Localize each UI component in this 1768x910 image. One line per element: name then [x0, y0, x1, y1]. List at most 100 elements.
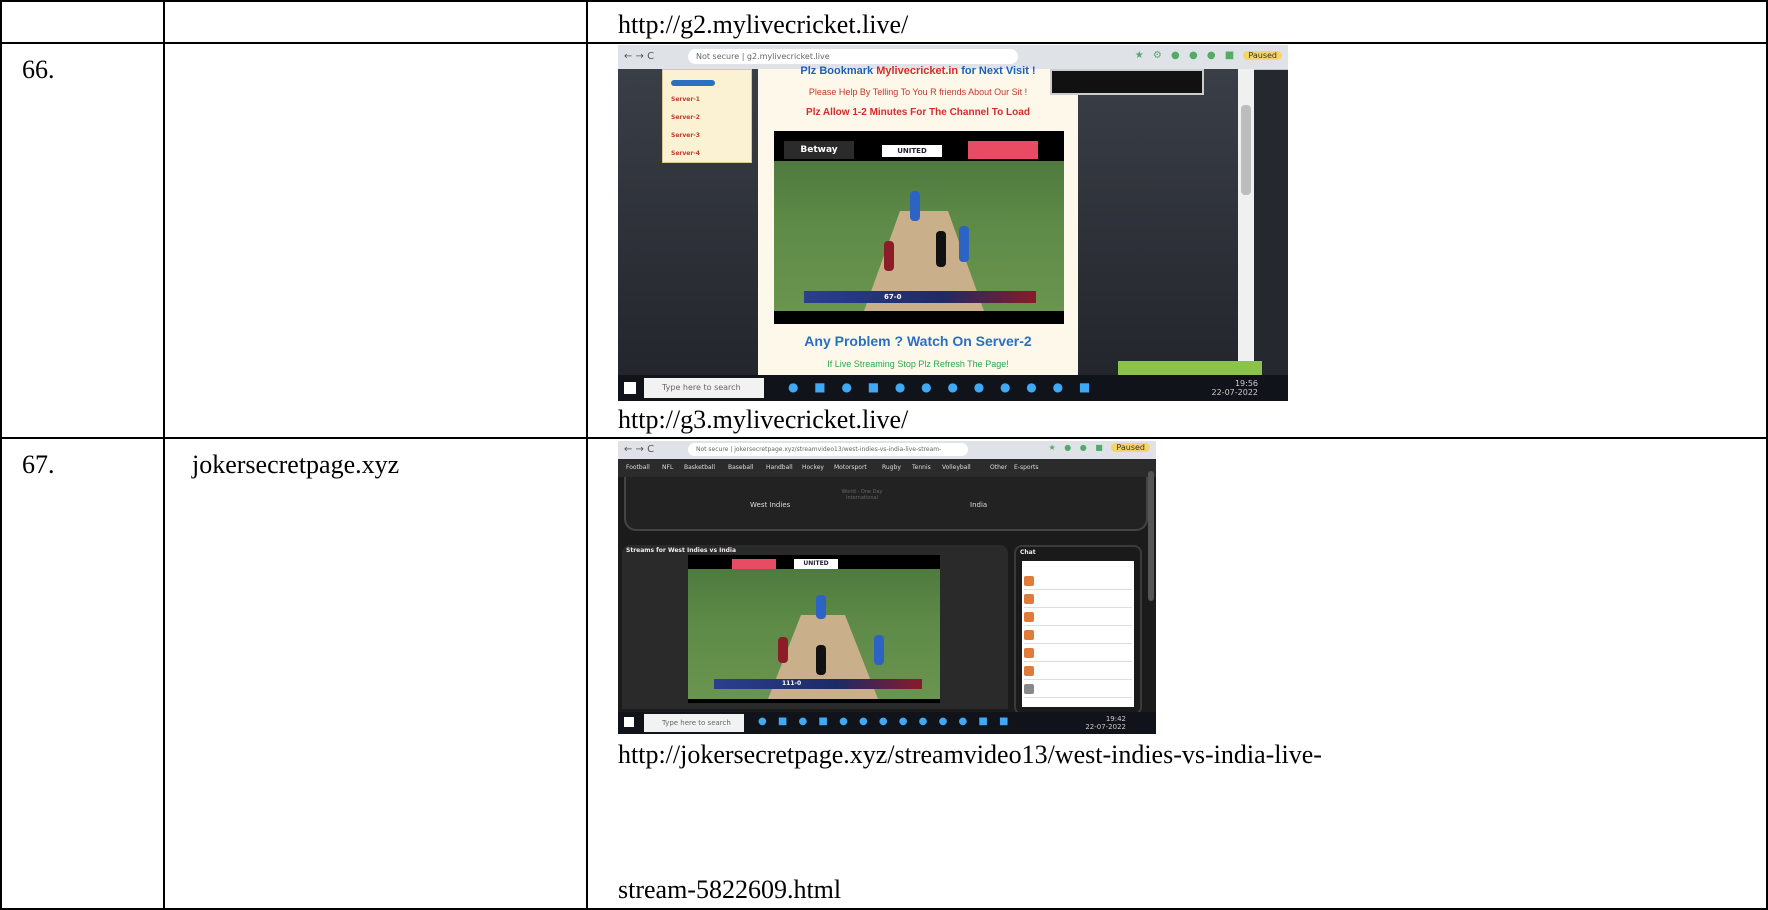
toolbar-icons: ★ ⚙ ● ● ● ■ Paused: [1135, 50, 1282, 61]
notice-text: Plz Allow 1-2 Minutes For The Channel To…: [806, 107, 1030, 118]
bowler: [884, 241, 894, 271]
chat-message: [1024, 665, 1132, 680]
chat-message: [1024, 629, 1132, 644]
taskbar-search[interactable]: Type here to search: [644, 378, 764, 398]
chat-panel: Chat: [1014, 545, 1142, 715]
row-number: 66.: [22, 55, 55, 84]
video-player[interactable]: UNITED 111-0: [688, 555, 940, 703]
chat-message: [1024, 575, 1132, 590]
site-name: jokersecretpage.xyz: [192, 450, 400, 479]
avatar: [1024, 684, 1034, 694]
fielder: [959, 226, 969, 262]
avatar: [1024, 666, 1034, 676]
score-text: 111-0: [782, 680, 802, 687]
nav-item[interactable]: Other: [990, 464, 1007, 471]
video-banner-left: Betway: [784, 141, 854, 159]
nav-item[interactable]: NFL: [662, 464, 673, 471]
table-border-row67-top: [0, 437, 1768, 439]
video-banner-right: [968, 141, 1038, 159]
video-banner-left: [732, 559, 776, 569]
problem-text[interactable]: Any Problem ? Watch On Server-2: [758, 333, 1078, 349]
server-menu-item: Server-4: [671, 150, 700, 157]
chat-message: [1024, 611, 1132, 626]
chat-message: [1024, 683, 1132, 698]
chat-message: [1024, 593, 1132, 608]
address-bar: Not secure | g2.mylivecricket.live: [688, 49, 1018, 64]
nav-item[interactable]: Football: [626, 464, 650, 471]
notice-text: Please Help By Telling To You R friends …: [808, 87, 1028, 97]
url-text[interactable]: http://g3.mylivecricket.live/: [618, 405, 908, 435]
windows-start-icon[interactable]: [624, 717, 634, 727]
chat-message: [1024, 647, 1132, 662]
chat-title: Chat: [1020, 549, 1036, 556]
score-bar: 67-0: [804, 291, 1036, 303]
nav-item[interactable]: E-sports: [1014, 464, 1039, 471]
clock-time: 19:56: [1234, 379, 1258, 388]
screenshot-mylivecricket: ← → C Not secure | g2.mylivecricket.live…: [618, 45, 1288, 401]
taskbar-app-icons[interactable]: ● ■ ● ■ ● ● ● ● ● ● ● ■: [788, 380, 1096, 394]
streams-panel: Streams for West Indies vs India UNITED …: [622, 545, 1008, 709]
avatar: [1024, 648, 1034, 658]
avatar: [1024, 630, 1034, 640]
fielder: [874, 635, 884, 665]
address-bar: Not secure | jokersecretpage.xyz/streamv…: [688, 443, 968, 456]
windows-start-icon[interactable]: [624, 382, 636, 394]
score-bar: 111-0: [714, 679, 922, 689]
avatar: [1024, 594, 1034, 604]
url-text[interactable]: http://jokersecretpage.xyz/streamvideo13…: [618, 740, 1322, 770]
taskbar-search[interactable]: Type here to search: [644, 714, 744, 732]
nav-item[interactable]: Baseball: [728, 464, 753, 471]
info-box: [1050, 69, 1204, 95]
avatar: [1024, 576, 1034, 586]
server-menu: Server-1 Server-2 Server-3 Server-4: [662, 69, 752, 163]
streams-title: Streams for West Indies vs India: [626, 547, 737, 554]
nav-item[interactable]: Hockey: [802, 464, 824, 471]
video-banner-mid: UNITED: [794, 559, 838, 569]
nav-item[interactable]: Basketball: [684, 464, 715, 471]
video-player[interactable]: Betway UNITED 67-0: [774, 131, 1064, 324]
umpire: [816, 645, 826, 675]
server-menu-active: [671, 80, 715, 86]
clock-time: 19:42: [1105, 715, 1126, 723]
taskbar-app-icons[interactable]: ● ■ ● ■ ● ● ● ● ● ● ● ■ ■: [758, 716, 1012, 727]
team-right: India: [970, 501, 988, 509]
match-type: World - One Day International: [841, 489, 883, 501]
scrollbar-thumb: [1241, 105, 1251, 195]
windows-taskbar: Type here to search ● ■ ● ■ ● ● ● ● ● ● …: [618, 375, 1288, 401]
bowler: [778, 637, 788, 663]
refresh-text: If Live Streaming Stop Plz Refresh The P…: [827, 359, 1009, 369]
nav-item[interactable]: Handball: [766, 464, 793, 471]
table-border-top: [0, 0, 1768, 2]
system-clock: 19:42 22-07-2022: [1085, 715, 1126, 731]
url-text[interactable]: http://g2.mylivecricket.live/: [618, 10, 908, 40]
scrollbar-thumb: [1148, 471, 1154, 601]
score-text: 67-0: [884, 293, 902, 301]
server-menu-item: Server-3: [671, 132, 700, 139]
headline-brand: Mylivecricket.in: [876, 65, 959, 77]
nav-item[interactable]: Motorsport: [834, 464, 867, 471]
screenshot-jokersecretpage: ← → C Not secure | jokersecretpage.xyz/s…: [618, 441, 1156, 734]
batsman: [816, 595, 826, 619]
video-banner-mid: UNITED: [882, 145, 942, 157]
nav-item[interactable]: Rugby: [882, 464, 901, 471]
avatar: [1024, 612, 1034, 622]
match-header: West Indies World - One Day Internationa…: [624, 477, 1148, 531]
team-left: West Indies: [750, 501, 791, 509]
table-border-col1: [163, 0, 165, 910]
system-clock: 19:56 22-07-2022: [1212, 379, 1259, 397]
headline: Plz Bookmark Mylivecricket.in for Next V…: [800, 65, 1036, 77]
clock-date: 22-07-2022: [1085, 723, 1126, 731]
row-number: 67.: [22, 450, 55, 479]
windows-taskbar: Type here to search ● ■ ● ■ ● ● ● ● ● ● …: [618, 712, 1156, 734]
table-border-left: [0, 0, 2, 910]
nav-item[interactable]: Tennis: [912, 464, 931, 471]
clock-date: 22-07-2022: [1211, 388, 1259, 397]
chat-box[interactable]: [1022, 561, 1134, 707]
url-text[interactable]: stream-5822609.html: [618, 875, 841, 905]
toolbar-icons: ★ ● ● ■ Paused: [1049, 443, 1150, 452]
umpire: [936, 231, 946, 267]
browser-toolbar: ← → C Not secure | jokersecretpage.xyz/s…: [618, 441, 1156, 460]
nav-item[interactable]: Volleyball: [942, 464, 971, 471]
site-nav: Football NFL Basketball Baseball Handbal…: [618, 459, 1156, 477]
browser-nav-icons: ← → C: [624, 51, 655, 62]
